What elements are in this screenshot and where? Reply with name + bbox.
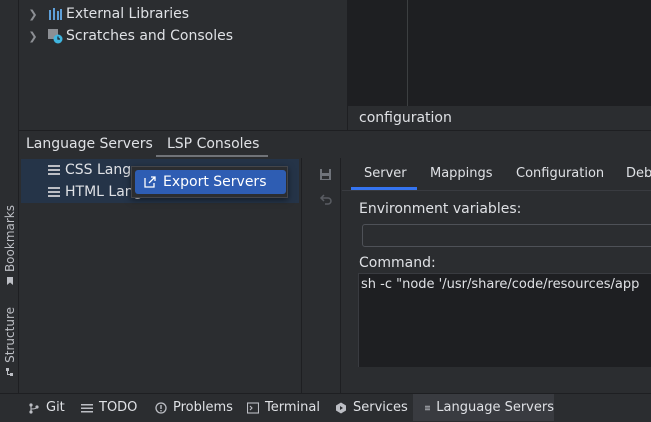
tree-item-external-libraries[interactable]: ❯ External Libraries <box>19 3 189 25</box>
todo-icon <box>81 403 93 412</box>
git-icon <box>29 402 39 414</box>
problems-icon <box>155 401 167 414</box>
problems-label: Problems <box>173 400 233 415</box>
todo-tool-button[interactable]: TODO <box>81 394 137 421</box>
project-tree: ❯ External Libraries ❯ Scratches and Con… <box>19 0 347 130</box>
structure-tool-button[interactable]: Structure <box>1 307 18 377</box>
services-icon <box>336 402 346 413</box>
tree-item-label: Scratches and Consoles <box>66 28 233 44</box>
editor-gutter-line <box>407 0 408 106</box>
tab-debug[interactable]: Deb <box>626 166 651 181</box>
tree-item-scratches[interactable]: ❯ Scratches and Consoles <box>19 25 233 47</box>
services-tool-button[interactable]: Services <box>335 394 408 421</box>
structure-icon <box>5 367 13 376</box>
bookmark-icon <box>6 277 13 286</box>
menu-item-label: Export Servers <box>163 174 267 190</box>
terminal-tool-button[interactable]: Terminal <box>247 394 320 421</box>
tree-item-label: External Libraries <box>66 6 189 22</box>
bookmarks-label: Bookmarks <box>2 205 17 273</box>
scratches-icon <box>48 29 63 44</box>
active-tab-underline <box>156 155 268 157</box>
configuration-row: configuration <box>347 106 651 130</box>
chevron-right-icon[interactable]: ❯ <box>27 30 39 43</box>
env-variables-field[interactable] <box>362 224 651 247</box>
server-icon <box>48 187 60 197</box>
git-label: Git <box>46 400 65 415</box>
language-servers-icon <box>425 405 431 410</box>
tab-separator <box>342 190 651 191</box>
tool-window-tabs: Language Servers LSP Consoles <box>19 131 651 158</box>
action-strip <box>301 158 341 393</box>
list-item-label: CSS Langu <box>65 162 141 178</box>
env-variables-label: Environment variables: <box>359 201 522 217</box>
command-field[interactable]: sh -c "node '/usr/share/code/resources/a… <box>358 273 651 367</box>
editor-area <box>347 0 651 106</box>
chevron-right-icon[interactable]: ❯ <box>27 8 39 21</box>
library-icon <box>49 8 62 20</box>
tab-lsp-consoles[interactable]: LSP Consoles <box>167 136 259 152</box>
configuration-label: configuration <box>359 110 452 126</box>
git-tool-button[interactable]: Git <box>28 394 65 421</box>
tab-server[interactable]: Server <box>364 166 407 181</box>
server-config-panel: Server Mappings Configuration Deb Enviro… <box>342 158 651 393</box>
save-icon[interactable] <box>319 168 332 181</box>
language-servers-label: Language Servers <box>436 400 554 415</box>
bottom-tool-bar: Git TODO Problems Terminal Services Lang… <box>0 393 651 422</box>
command-value: sh -c "node '/usr/share/code/resources/a… <box>361 277 640 292</box>
structure-label: Structure <box>2 307 17 363</box>
language-servers-tool-button[interactable]: Language Servers <box>413 394 554 421</box>
export-icon <box>144 176 156 188</box>
bookmarks-tool-button[interactable]: Bookmarks <box>1 205 18 286</box>
services-label: Services <box>353 400 408 415</box>
undo-icon[interactable] <box>319 193 332 206</box>
terminal-label: Terminal <box>265 400 320 415</box>
context-menu: Export Servers <box>131 166 288 198</box>
server-icon <box>48 165 60 175</box>
left-tool-strip: Bookmarks Structure <box>0 0 19 393</box>
command-label: Command: <box>359 255 436 271</box>
tab-configuration[interactable]: Configuration <box>516 166 604 181</box>
tab-language-servers[interactable]: Language Servers <box>26 136 153 152</box>
todo-label: TODO <box>99 400 138 415</box>
export-servers-menu-item[interactable]: Export Servers <box>135 170 286 194</box>
terminal-icon <box>247 401 259 414</box>
tab-mappings[interactable]: Mappings <box>430 166 493 181</box>
problems-tool-button[interactable]: Problems <box>155 394 233 421</box>
